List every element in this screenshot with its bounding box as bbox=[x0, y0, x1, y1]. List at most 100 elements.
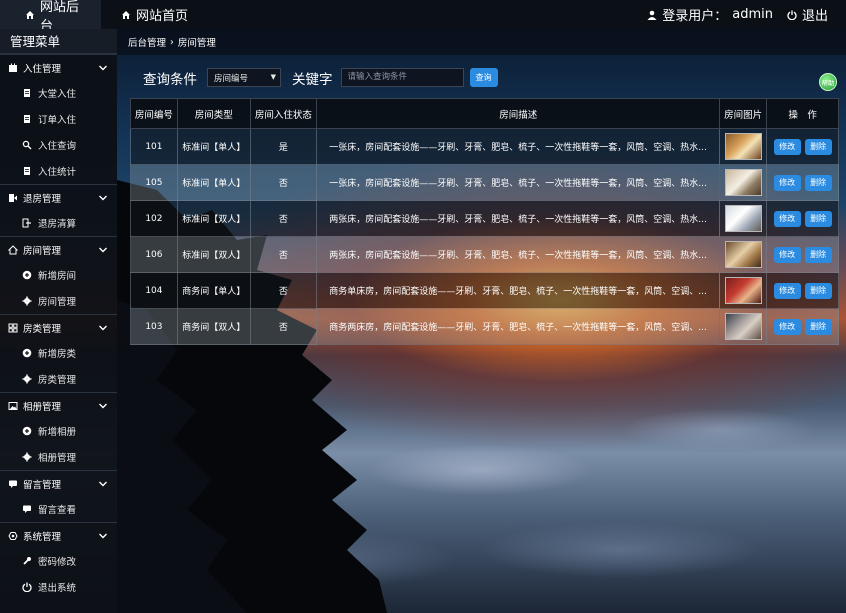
room-status-cell: 否 bbox=[249, 308, 318, 345]
room-no-cell: 102 bbox=[130, 200, 178, 237]
room-image-cell bbox=[719, 308, 768, 345]
condition-select[interactable]: 房间编号 ▼ bbox=[207, 68, 281, 87]
sidebar-group-1[interactable]: 退房管理 bbox=[0, 184, 117, 210]
actions-cell: 修改 删除 bbox=[766, 236, 839, 273]
sidebar-group-6[interactable]: 系统管理 bbox=[0, 522, 117, 548]
sidebar-group-4[interactable]: 相册管理 bbox=[0, 392, 117, 418]
sidebar-item[interactable]: 新增相册 bbox=[0, 418, 117, 444]
room-type-cell: 标准间【单人】 bbox=[176, 164, 251, 201]
room-table: 房间编号 房间类型 房间入住状态 房间描述 房间图片 操 作 101 标准间【单人… bbox=[130, 98, 839, 345]
nav-admin[interactable]: 网站后台 bbox=[0, 0, 101, 34]
sidebar-item[interactable]: 退房清算 bbox=[0, 210, 117, 236]
chevron-down-icon bbox=[98, 323, 108, 333]
col-room-image: 房间图片 bbox=[719, 98, 768, 129]
gear-icon bbox=[22, 296, 32, 306]
username: admin bbox=[732, 7, 773, 22]
sidebar-group-label: 入住管理 bbox=[23, 63, 62, 75]
room-photo-icon[interactable] bbox=[724, 133, 762, 160]
sidebar-item-label: 退出系统 bbox=[38, 583, 77, 594]
checkout-icon bbox=[8, 193, 18, 203]
room-photo-icon[interactable] bbox=[724, 241, 762, 268]
sidebar-item[interactable]: 大堂入住 bbox=[0, 80, 117, 106]
room-desc-cell: 一张床，房间配套设施——牙刷、牙膏、肥皂、梳子、一次性拖鞋等一套，风筒、空调、热… bbox=[316, 164, 721, 201]
sidebar-item[interactable]: 密码修改 bbox=[0, 548, 117, 574]
table-row: 105 标准间【单人】否一张床，房间配套设施——牙刷、牙膏、肥皂、梳子、一次性拖鞋… bbox=[130, 164, 839, 201]
actions-cell: 修改 删除 bbox=[766, 308, 839, 345]
room-photo-icon[interactable] bbox=[724, 277, 762, 304]
sidebar-group-5[interactable]: 留言管理 bbox=[0, 470, 117, 496]
edit-button[interactable]: 修改 bbox=[773, 138, 801, 155]
room-no-cell: 105 bbox=[130, 164, 178, 201]
delete-button[interactable]: 删除 bbox=[804, 246, 832, 263]
edit-button[interactable]: 修改 bbox=[773, 282, 801, 299]
gear-icon bbox=[22, 374, 32, 384]
logout-button[interactable]: 退出 bbox=[787, 5, 828, 24]
chevron-down-icon bbox=[98, 479, 108, 489]
search-icon bbox=[22, 140, 32, 150]
sidebar-item-label: 入住查询 bbox=[38, 141, 77, 152]
room-photo-icon[interactable] bbox=[724, 169, 762, 196]
table-row: 106 标准间【双人】否两张床，房间配套设施——牙刷、牙膏、肥皂、梳子、一次性拖鞋… bbox=[130, 236, 839, 273]
sidebar-group-0[interactable]: 入住管理 bbox=[0, 54, 117, 80]
sidebar-group-3[interactable]: 房类管理 bbox=[0, 314, 117, 340]
sidebar-item[interactable]: 相册管理 bbox=[0, 444, 117, 470]
sidebar-item-label: 房类管理 bbox=[38, 375, 77, 386]
room-desc-cell: 商务单床房，房间配套设施——牙刷、牙膏、肥皂、梳子、一次性拖鞋等一套，风筒、空调… bbox=[316, 272, 721, 309]
table-row: 104 商务间【单人】否商务单床房，房间配套设施——牙刷、牙膏、肥皂、梳子、一次性… bbox=[130, 272, 839, 309]
room-status-cell: 否 bbox=[249, 236, 318, 273]
table-header-row: 房间编号 房间类型 房间入住状态 房间描述 房间图片 操 作 bbox=[130, 98, 839, 129]
help-badge[interactable]: 帮助 bbox=[819, 73, 837, 91]
sidebar-item-label: 留言查看 bbox=[38, 505, 77, 516]
sidebar-item[interactable]: 房间管理 bbox=[0, 288, 117, 314]
actions-cell: 修改 删除 bbox=[766, 200, 839, 237]
delete-button[interactable]: 删除 bbox=[804, 210, 832, 227]
room-image-cell bbox=[719, 200, 768, 237]
room-type-cell: 标准间【双人】 bbox=[176, 236, 251, 273]
col-room-no: 房间编号 bbox=[130, 98, 178, 129]
document-icon bbox=[22, 114, 32, 124]
sidebar-item[interactable]: 入住查询 bbox=[0, 132, 117, 158]
sidebar-group-label: 退房管理 bbox=[23, 193, 62, 205]
actions-cell: 修改 删除 bbox=[766, 164, 839, 201]
breadcrumb-root[interactable]: 后台管理 bbox=[128, 35, 166, 49]
sidebar-item[interactable]: 入住统计 bbox=[0, 158, 117, 184]
sidebar-group-label: 系统管理 bbox=[23, 531, 62, 543]
edit-button[interactable]: 修改 bbox=[773, 318, 801, 335]
delete-button[interactable]: 删除 bbox=[804, 174, 832, 191]
sidebar-item[interactable]: 新增房间 bbox=[0, 262, 117, 288]
query-button[interactable]: 查询 bbox=[469, 68, 498, 87]
sidebar-item[interactable]: 退出系统 bbox=[0, 574, 117, 600]
delete-button[interactable]: 删除 bbox=[804, 138, 832, 155]
sidebar-group-label: 相册管理 bbox=[23, 401, 62, 413]
edit-button[interactable]: 修改 bbox=[773, 246, 801, 263]
keyword-input[interactable]: 请输入查询条件 bbox=[340, 68, 464, 87]
edit-button[interactable]: 修改 bbox=[773, 174, 801, 191]
room-status-cell: 否 bbox=[249, 272, 318, 309]
edit-button[interactable]: 修改 bbox=[773, 210, 801, 227]
col-room-type: 房间类型 bbox=[176, 98, 251, 129]
sidebar-item-label: 退房清算 bbox=[38, 219, 77, 230]
wrench-icon bbox=[22, 556, 32, 566]
room-photo-icon[interactable] bbox=[724, 205, 762, 232]
sidebar-item[interactable]: 留言查看 bbox=[0, 496, 117, 522]
sidebar-item-label: 新增相册 bbox=[38, 427, 77, 438]
col-room-status: 房间入住状态 bbox=[249, 98, 318, 129]
room-image-cell bbox=[719, 236, 768, 273]
sidebar-item-label: 入住统计 bbox=[38, 167, 77, 178]
nav-home[interactable]: 网站首页 bbox=[101, 0, 200, 29]
table-row: 102 标准间【双人】否两张床，房间配套设施——牙刷、牙膏、肥皂、梳子、一次性拖鞋… bbox=[130, 200, 839, 237]
sidebar-item[interactable]: 房类管理 bbox=[0, 366, 117, 392]
sidebar-item[interactable]: 订单入住 bbox=[0, 106, 117, 132]
sidebar-item-label: 大堂入住 bbox=[38, 89, 77, 100]
breadcrumb: 后台管理 › 房间管理 bbox=[117, 29, 846, 55]
sidebar-item-label: 房间管理 bbox=[38, 297, 77, 308]
room-photo-icon[interactable] bbox=[724, 313, 762, 340]
power-icon bbox=[787, 10, 797, 20]
room-desc-cell: 两张床，房间配套设施——牙刷、牙膏、肥皂、梳子、一次性拖鞋等一套，风筒、空调、热… bbox=[316, 236, 721, 273]
delete-button[interactable]: 删除 bbox=[804, 318, 832, 335]
delete-button[interactable]: 删除 bbox=[804, 282, 832, 299]
sidebar-group-2[interactable]: 房间管理 bbox=[0, 236, 117, 262]
settings-icon bbox=[8, 531, 18, 541]
sidebar-item[interactable]: 新增房类 bbox=[0, 340, 117, 366]
sidebar-item-label: 订单入住 bbox=[38, 115, 77, 126]
